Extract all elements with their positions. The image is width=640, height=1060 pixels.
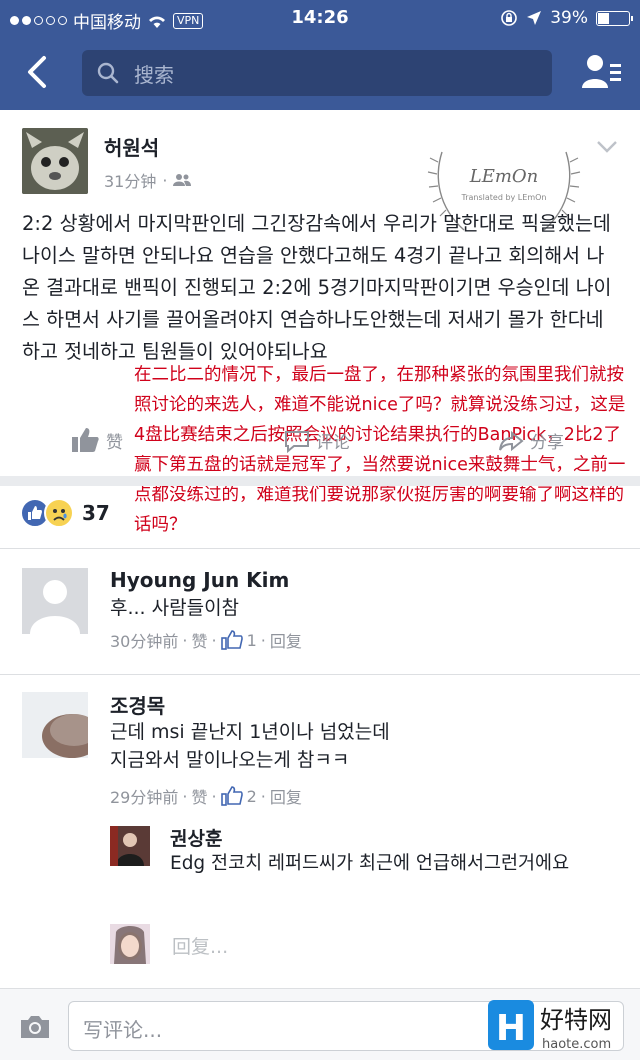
divider xyxy=(0,674,640,675)
camera-icon[interactable] xyxy=(18,1013,52,1041)
reply-avatar[interactable] xyxy=(110,826,150,866)
comment-like-count: 2 xyxy=(246,786,257,806)
location-icon xyxy=(527,11,542,25)
comment-time: 30分钟前 xyxy=(110,632,179,651)
comment-author[interactable]: 조경목 xyxy=(110,690,165,719)
comment-button[interactable]: 评论 xyxy=(284,428,350,453)
thumbs-up-icon xyxy=(220,630,243,650)
status-bar: 中国移动 VPN 14:26 39% xyxy=(0,0,640,36)
like-label: 赞 xyxy=(106,432,123,453)
friend-requests-icon[interactable] xyxy=(580,52,622,92)
comment-like-button[interactable]: 赞 xyxy=(191,784,207,808)
orientation-lock-icon xyxy=(501,10,518,26)
battery-icon xyxy=(596,10,633,26)
separator-dot: · xyxy=(162,170,168,190)
comment-time: 29分钟前 xyxy=(110,788,179,807)
comment-text-line: 지금와서 말이나오는게 참ㅋㅋ xyxy=(110,749,350,771)
comment-avatar[interactable] xyxy=(22,568,88,634)
friends-audience-icon xyxy=(173,174,192,186)
post-body: 2:2 상황에서 마지막판인데 그긴장감속에서 우리가 말한대로 픽을했는데 나… xyxy=(22,212,612,363)
search-icon xyxy=(97,62,119,84)
comment-author[interactable]: Hyoung Jun Kim xyxy=(110,568,289,592)
battery-fill xyxy=(598,12,610,24)
post-actions: 赞 评论 分享 xyxy=(0,420,640,466)
comment-label: 评论 xyxy=(316,433,350,453)
comment-like-button[interactable]: 赞 xyxy=(191,628,207,652)
comment-meta: 29分钟前 · 赞 · 2 · 回复 xyxy=(110,784,302,808)
battery-percent: 39% xyxy=(550,8,588,28)
thumbs-up-icon xyxy=(220,786,243,806)
comment-avatar[interactable] xyxy=(22,692,102,758)
post-meta: 31分钟 · xyxy=(104,168,192,192)
like-button[interactable]: 赞 xyxy=(70,426,123,454)
author-avatar[interactable] xyxy=(22,128,88,194)
comment-text-line: 근데 msi 끝난지 1년이나 넘었는데 xyxy=(110,721,390,743)
post-author[interactable]: 허원석 xyxy=(104,132,159,161)
comment-reply-button[interactable]: 回复 xyxy=(270,784,302,808)
nav-bar: 搜索 xyxy=(0,36,640,110)
reaction-count: 37 xyxy=(82,501,110,525)
section-divider xyxy=(0,476,640,486)
share-button[interactable]: 分享 xyxy=(498,428,564,453)
comment-text: 후... 사람들이참 xyxy=(110,597,240,619)
comment-meta: 30分钟前 · 赞 · 1 · 回复 xyxy=(110,628,302,652)
chevron-down-icon[interactable] xyxy=(596,140,618,154)
thumbs-up-icon xyxy=(72,428,99,452)
site-logo: H 好特网 haote.com xyxy=(488,1000,612,1052)
watermark-subtitle: Translated by LEmOn xyxy=(461,193,547,202)
divider xyxy=(0,548,640,549)
svg-text:haote.com: haote.com xyxy=(542,1037,611,1052)
svg-text:好特网: 好特网 xyxy=(540,1006,612,1034)
back-arrow-icon[interactable] xyxy=(22,54,54,90)
watermark-title: LEmOn xyxy=(469,166,539,187)
search-placeholder: 搜索 xyxy=(134,62,174,87)
reply-author[interactable]: 권상훈 xyxy=(170,824,222,851)
search-input[interactable]: 搜索 xyxy=(82,50,552,96)
reactions-summary[interactable]: 37 xyxy=(20,498,110,528)
share-icon xyxy=(499,430,524,451)
post-time[interactable]: 31分钟 xyxy=(104,168,156,192)
sad-reaction-icon xyxy=(44,498,74,528)
reply-input[interactable]: 回复... xyxy=(172,932,228,959)
my-avatar xyxy=(110,924,150,964)
comment-like-count: 1 xyxy=(246,630,257,650)
share-label: 分享 xyxy=(530,433,564,453)
reply-text: Edg 전코치 레퍼드씨가 최근에 언급해서그런거에요 xyxy=(170,853,570,874)
comment-reply-button[interactable]: 回复 xyxy=(270,628,302,652)
svg-text:H: H xyxy=(496,1008,526,1049)
comment-icon xyxy=(285,430,309,453)
